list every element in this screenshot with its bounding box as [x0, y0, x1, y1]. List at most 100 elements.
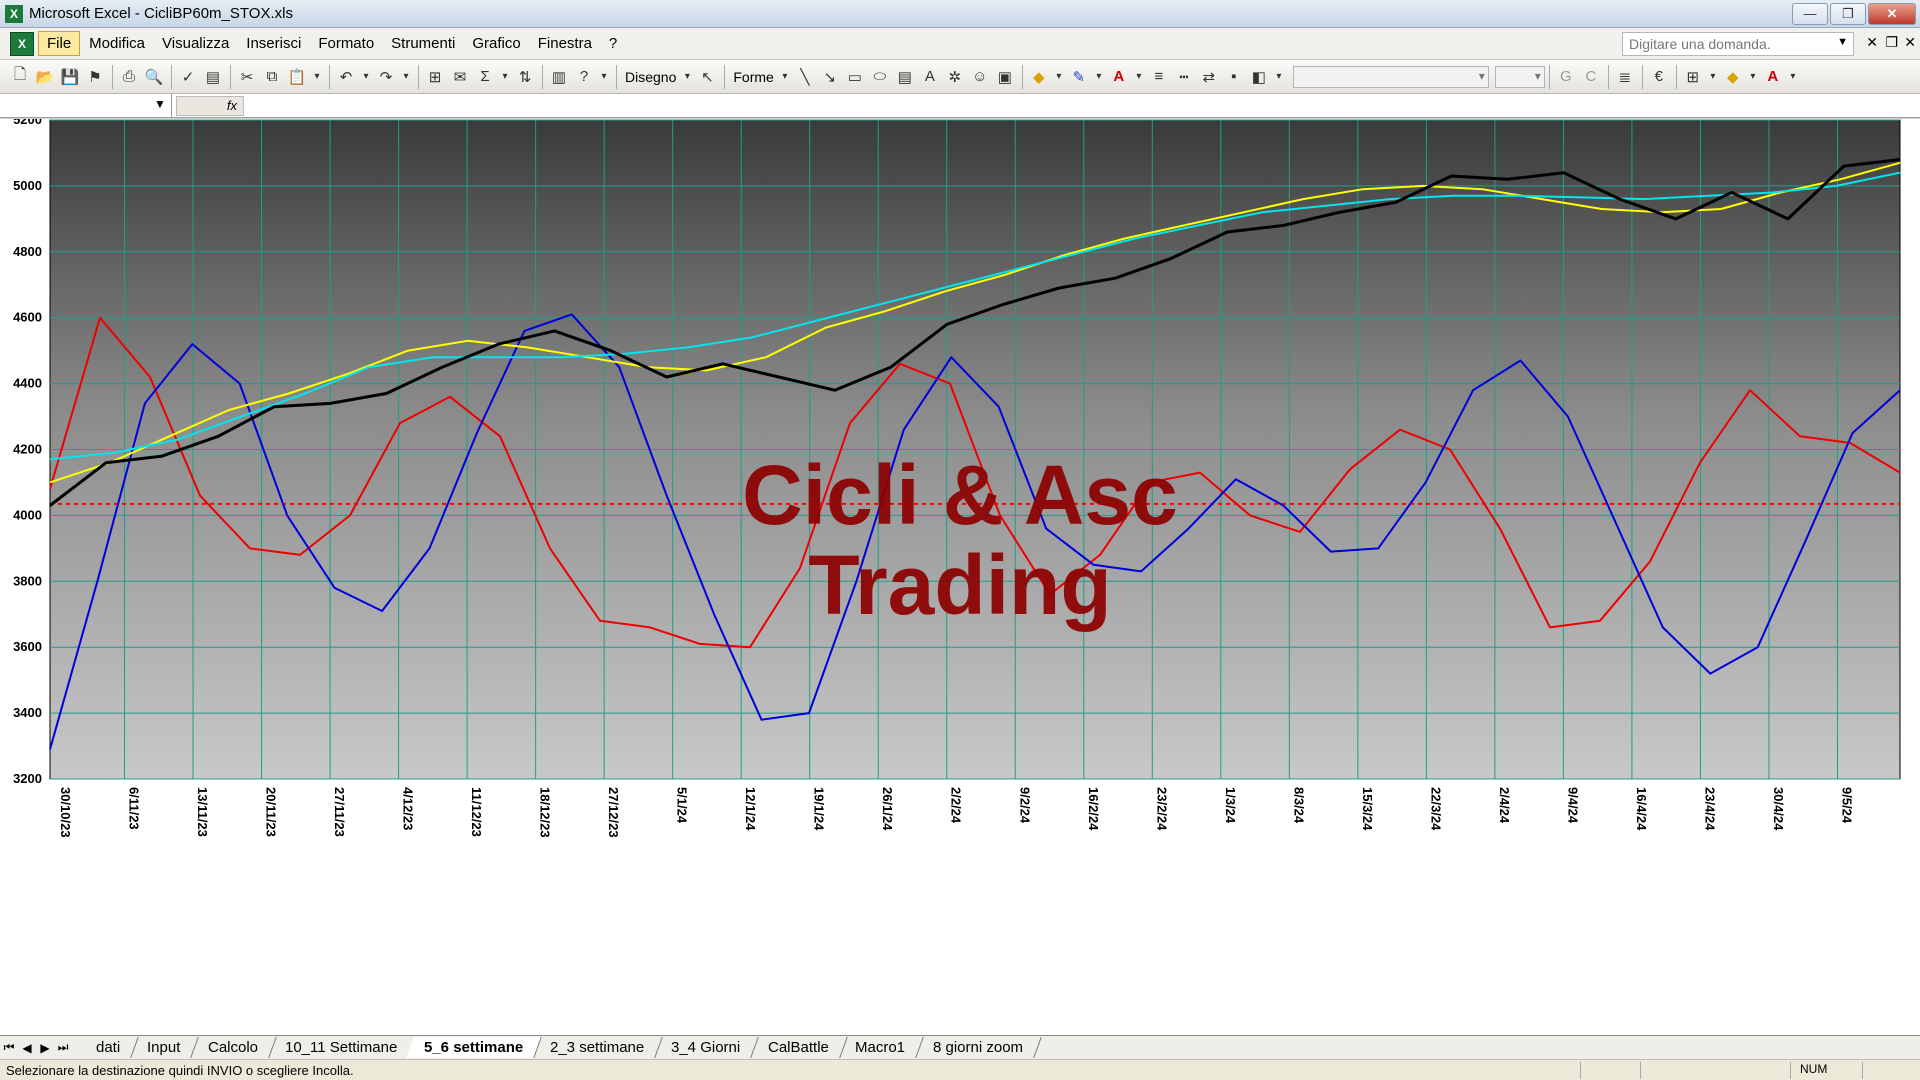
chevron-down-icon[interactable]: ▼ — [154, 97, 166, 111]
chevron-down-icon[interactable]: ▾ — [310, 65, 324, 89]
arrow-icon[interactable]: ↘ — [818, 65, 842, 89]
font-color-icon[interactable]: A — [1107, 65, 1131, 89]
sort-icon[interactable]: ⇅ — [513, 65, 537, 89]
oval-icon[interactable]: ⬭ — [868, 65, 892, 89]
minimize-button[interactable]: — — [1792, 3, 1828, 25]
copy-icon[interactable]: ⧉ — [260, 65, 284, 89]
close-window-icon[interactable]: ✕ — [1866, 34, 1878, 51]
insert-function-button[interactable]: fx — [176, 96, 244, 116]
line-color-icon[interactable]: ✎ — [1067, 65, 1091, 89]
italic-icon[interactable]: C — [1579, 65, 1603, 89]
print-preview-icon[interactable]: 🔍 — [142, 65, 166, 89]
toolbar-options-icon[interactable]: ▾ — [1272, 65, 1286, 89]
paste-icon[interactable]: 📋 — [285, 65, 309, 89]
chevron-down-icon[interactable]: ▾ — [399, 65, 413, 89]
autosum-icon[interactable]: Σ — [473, 65, 497, 89]
arrow-style-icon[interactable]: ⇄ — [1197, 65, 1221, 89]
menu-formato[interactable]: Formato — [310, 32, 382, 55]
tab-calbattle[interactable]: CalBattle — [749, 1037, 848, 1058]
chevron-down-icon[interactable]: ▾ — [778, 65, 792, 89]
tab-8-giorni-zoom[interactable]: 8 giorni zoom — [914, 1037, 1042, 1058]
font-color-icon[interactable]: A — [1761, 65, 1785, 89]
spelling-icon[interactable]: ✓ — [176, 65, 200, 89]
align-icon[interactable]: ≣ — [1613, 65, 1637, 89]
chart-wizard-icon[interactable]: ▥ — [547, 65, 571, 89]
bold-icon[interactable]: G — [1554, 65, 1578, 89]
chevron-down-icon[interactable]: ▾ — [359, 65, 373, 89]
borders-icon[interactable]: ⊞ — [1681, 65, 1705, 89]
draw-menu[interactable]: Disegno — [621, 69, 680, 85]
print-icon[interactable]: ⎙ — [117, 65, 141, 89]
chevron-down-icon[interactable]: ▼ — [1837, 36, 1848, 48]
picture-icon[interactable]: ▣ — [993, 65, 1017, 89]
currency-icon[interactable]: € — [1647, 65, 1671, 89]
chart-area[interactable]: 3200 3400 3600 3800 4000 4200 4400 4600 4800 5000… — [0, 119, 1920, 1035]
first-sheet-icon[interactable]: ⏮ — [0, 1040, 18, 1055]
tab-3-4-giorni[interactable]: 3_4 Giorni — [653, 1037, 760, 1058]
tab-2-3-settimane[interactable]: 2_3 settimane — [532, 1037, 664, 1058]
name-box[interactable] — [0, 94, 172, 117]
cut-icon[interactable]: ✂ — [235, 65, 259, 89]
tab-macro1[interactable]: Macro1 — [837, 1037, 925, 1058]
y-tick-label: 4600 — [13, 310, 42, 325]
menu-visualizza[interactable]: Visualizza — [154, 32, 237, 55]
3d-icon[interactable]: ◧ — [1247, 65, 1271, 89]
new-icon[interactable]: 🗋 — [8, 65, 32, 89]
close-workbook-icon[interactable]: ✕ — [1904, 34, 1916, 51]
tab-calcolo[interactable]: Calcolo — [189, 1037, 277, 1058]
clipart-icon[interactable]: ☺ — [968, 65, 992, 89]
restore-button[interactable]: ❐ — [1830, 3, 1866, 25]
y-tick-label: 3400 — [13, 705, 42, 720]
shadow-icon[interactable]: ▪ — [1222, 65, 1246, 89]
tab-10-11-settimane[interactable]: 10_11 Settimane — [266, 1037, 416, 1058]
textbox-icon[interactable]: ▤ — [893, 65, 917, 89]
rectangle-icon[interactable]: ▭ — [843, 65, 867, 89]
hyperlink-icon[interactable]: ⊞ — [423, 65, 447, 89]
last-sheet-icon[interactable]: ⏭ — [54, 1040, 72, 1055]
dash-style-icon[interactable]: ┅ — [1172, 65, 1196, 89]
chevron-down-icon[interactable]: ▾ — [1052, 65, 1066, 89]
mail-icon[interactable]: ✉ — [448, 65, 472, 89]
wordart-icon[interactable]: A — [918, 65, 942, 89]
close-button[interactable]: ✕ — [1868, 3, 1916, 25]
question-box[interactable]: Digitare una domanda. — [1622, 32, 1854, 56]
menu-file[interactable]: File — [38, 31, 81, 56]
fill-color-icon[interactable]: ◆ — [1027, 65, 1051, 89]
tab-input[interactable]: Input — [129, 1037, 200, 1058]
prev-sheet-icon[interactable]: ◀ — [18, 1041, 36, 1055]
menu-grafico[interactable]: Grafico — [464, 32, 528, 55]
restore-window-icon[interactable]: ❐ — [1885, 34, 1898, 51]
line-icon[interactable]: ╲ — [793, 65, 817, 89]
chevron-down-icon[interactable]: ▾ — [1706, 65, 1720, 89]
line-style-icon[interactable]: ≡ — [1147, 65, 1171, 89]
redo-icon[interactable]: ↷ — [374, 65, 398, 89]
chevron-down-icon[interactable]: ▾ — [1092, 65, 1106, 89]
chevron-down-icon[interactable]: ▾ — [498, 65, 512, 89]
tab-5-6-settimane[interactable]: 5_6 settimane — [406, 1037, 542, 1058]
undo-icon[interactable]: ↶ — [334, 65, 358, 89]
chevron-down-icon[interactable]: ▾ — [1746, 65, 1760, 89]
diagram-icon[interactable]: ✲ — [943, 65, 967, 89]
next-sheet-icon[interactable]: ▶ — [36, 1041, 54, 1055]
toolbar-options-icon[interactable]: ▾ — [597, 65, 611, 89]
research-icon[interactable]: ▤ — [201, 65, 225, 89]
open-icon[interactable]: 📂 — [33, 65, 57, 89]
menu-modifica[interactable]: Modifica — [81, 32, 153, 55]
chevron-down-icon[interactable]: ▾ — [1786, 65, 1800, 89]
help-icon[interactable]: ? — [572, 65, 596, 89]
fill-color-icon[interactable]: ◆ — [1721, 65, 1745, 89]
font-name-combo[interactable] — [1292, 65, 1489, 88]
font-size-combo[interactable] — [1494, 65, 1545, 88]
window-controls: — ❐ ✕ — [1792, 3, 1916, 25]
workbook-icon[interactable]: X — [10, 31, 34, 56]
chevron-down-icon[interactable]: ▾ — [1132, 65, 1146, 89]
save-icon[interactable]: 💾 — [58, 65, 82, 89]
menu-finestra[interactable]: Finestra — [530, 32, 600, 55]
chevron-down-icon[interactable]: ▾ — [680, 65, 694, 89]
menu-help[interactable]: ? — [601, 32, 625, 55]
autoshapes-menu[interactable]: Forme — [729, 69, 777, 85]
menu-strumenti[interactable]: Strumenti — [383, 32, 463, 55]
menu-inserisci[interactable]: Inserisci — [238, 32, 309, 55]
permission-icon[interactable]: ⚑ — [83, 65, 107, 89]
select-objects-icon[interactable]: ↖ — [695, 65, 719, 89]
